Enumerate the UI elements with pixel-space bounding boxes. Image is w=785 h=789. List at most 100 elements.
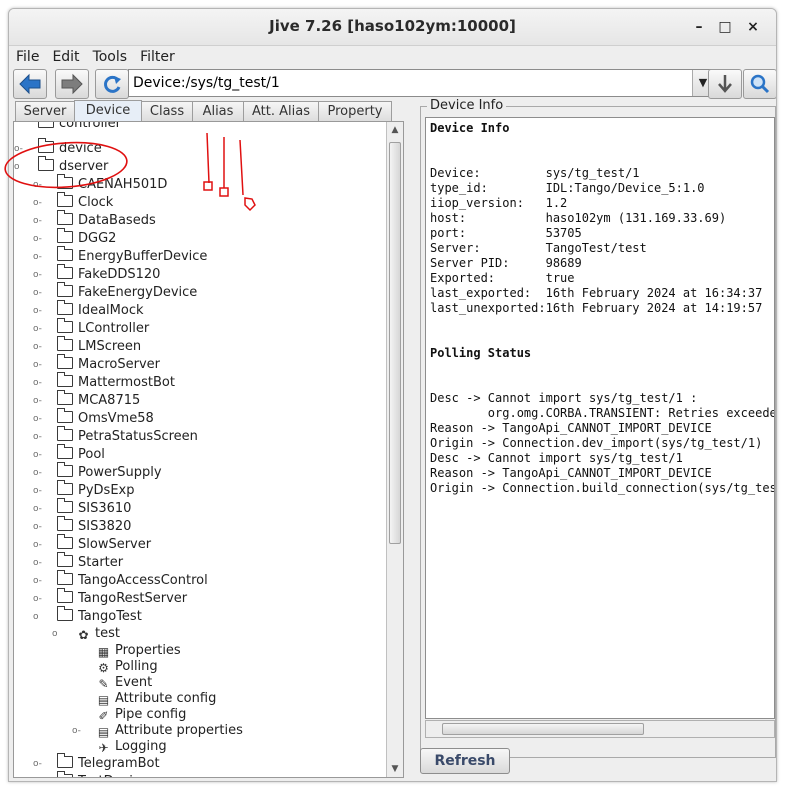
tree-node-server[interactable]: o- PetraStatusScreen <box>33 426 198 446</box>
tree-node-server[interactable]: o- DGG2 <box>33 228 116 248</box>
tree-node-server[interactable]: o- Starter <box>33 552 123 572</box>
tree-toggle-icon[interactable]: o- <box>33 410 45 428</box>
tree-node-label: LMScreen <box>78 339 142 354</box>
tree-toggle-icon[interactable]: o- <box>33 248 45 266</box>
tree-node-dserver[interactable]: o dserver <box>14 156 108 176</box>
info-horizontal-scrollbar[interactable] <box>425 720 775 738</box>
tree-toggle-icon[interactable]: o- <box>33 446 45 464</box>
tree-toggle-icon[interactable]: o- <box>33 464 45 482</box>
tree-node-server[interactable]: o- CAENAH501D <box>33 174 167 194</box>
tree-toggle-icon[interactable]: o- <box>72 722 84 740</box>
tree-node-server[interactable]: o- PyDsExp <box>33 480 134 500</box>
menu-tools[interactable]: Tools <box>86 46 134 65</box>
tree-node-server[interactable]: o- SlowServer <box>33 534 151 554</box>
tree-node-server[interactable]: o- LController <box>33 318 149 338</box>
tree-toggle-icon[interactable]: o- <box>33 212 45 230</box>
search-button[interactable] <box>743 69 776 99</box>
tree-toggle-icon[interactable]: o- <box>33 755 45 773</box>
tree-toggle-icon[interactable]: o- <box>33 392 45 410</box>
tree-toggle-icon[interactable]: o <box>52 625 64 643</box>
tree-node-label: TangoAccessControl <box>78 573 208 588</box>
tree-node-server[interactable]: o- MCA8715 <box>33 390 140 410</box>
tree-toggle-icon[interactable]: o- <box>33 284 45 302</box>
info-scroll-thumb[interactable] <box>442 723 644 735</box>
tree-toggle-icon[interactable]: o- <box>33 482 45 500</box>
tree-node-server[interactable]: o- IdealMock <box>33 300 144 320</box>
tab-class[interactable]: Class <box>141 101 193 121</box>
tab-property[interactable]: Property <box>318 101 392 121</box>
device-tree[interactable]: controller o-device o dserver o- CAENAH501D o-… <box>14 122 387 777</box>
tab-server[interactable]: Server <box>15 101 75 121</box>
menu-filter[interactable]: Filter <box>133 46 181 65</box>
tree-toggle-icon[interactable]: o- <box>33 266 45 284</box>
tree-toggle-icon[interactable]: o- <box>33 428 45 446</box>
tree-node-server[interactable]: o- FakeDDS120 <box>33 264 160 284</box>
address-combo[interactable]: ▼ <box>128 69 714 97</box>
tree-node-label: EnergyBufferDevice <box>78 249 208 264</box>
tree-node-server[interactable]: o- TelegramBot <box>33 753 160 773</box>
tree-toggle-icon[interactable]: o- <box>33 518 45 536</box>
tree-toggle-icon[interactable]: o- <box>33 773 45 777</box>
tree-node-label: MattermostBot <box>78 375 175 390</box>
back-button[interactable] <box>13 69 47 99</box>
tab-alias[interactable]: Alias <box>192 101 244 121</box>
tree-node-server[interactable]: o- SIS3820 <box>33 516 131 536</box>
folder-icon <box>57 753 73 768</box>
tree-toggle-icon[interactable]: o- <box>33 176 45 194</box>
tree-node-server[interactable]: o- TangoAccessControl <box>33 570 208 590</box>
tree-toggle-icon[interactable]: o- <box>33 320 45 338</box>
folder-icon <box>57 372 73 387</box>
tab-device[interactable]: Device <box>74 100 142 122</box>
scroll-down-icon[interactable]: ▼ <box>387 761 403 777</box>
tree-node-server[interactable]: o- FakeEnergyDevice <box>33 282 197 302</box>
maximize-button[interactable]: □ <box>715 17 735 37</box>
tree-toggle-icon[interactable]: o- <box>33 554 45 572</box>
menu-file[interactable]: File <box>9 46 45 65</box>
tree-node-server[interactable]: o- LMScreen <box>33 336 142 356</box>
tree-node-server[interactable]: o- DataBaseds <box>33 210 156 230</box>
tree-node-child[interactable]: ✈ Logging <box>96 738 166 756</box>
scroll-up-icon[interactable]: ▲ <box>387 122 403 138</box>
tree-node-server[interactable]: o- PowerSupply <box>33 462 162 482</box>
tree-node-server[interactable]: o- Clock <box>33 192 113 212</box>
go-button[interactable] <box>708 69 742 99</box>
tree-toggle-icon[interactable]: o <box>14 158 26 176</box>
scroll-thumb[interactable] <box>389 142 401 544</box>
tree-node-instance[interactable]: o ✿ test <box>52 625 120 643</box>
tree-toggle-icon[interactable]: o- <box>14 140 26 158</box>
refresh-tree-button[interactable] <box>95 69 129 99</box>
tree-node-label: PowerSupply <box>78 465 162 480</box>
refresh-button[interactable]: Refresh <box>420 748 510 774</box>
tree-node-server[interactable]: o TangoTest <box>33 606 142 626</box>
minimize-button[interactable]: – <box>689 17 709 37</box>
folder-icon <box>57 570 73 585</box>
tree-node-server[interactable]: o- EnergyBufferDevice <box>33 246 208 266</box>
tree-node-server[interactable]: o- TangoRestServer <box>33 588 187 608</box>
tree-toggle-icon[interactable]: o- <box>33 230 45 248</box>
address-input[interactable] <box>129 70 677 96</box>
tree-node-server[interactable]: o- MattermostBot <box>33 372 175 392</box>
tree-toggle-icon[interactable]: o- <box>33 536 45 554</box>
tab-att-alias[interactable]: Att. Alias <box>243 101 319 121</box>
menu-edit[interactable]: Edit <box>45 46 85 65</box>
tree-toggle-icon[interactable]: o- <box>33 500 45 518</box>
tree-toggle-icon[interactable]: o- <box>33 302 45 320</box>
forward-button[interactable] <box>55 69 89 99</box>
close-button[interactable]: × <box>743 17 763 37</box>
tree-node-controller[interactable]: controller <box>38 122 121 133</box>
tree-toggle-icon[interactable]: o- <box>33 590 45 608</box>
tree-node-server[interactable]: o- MacroServer <box>33 354 160 374</box>
tree-node-server[interactable]: o-TestDevice <box>57 771 148 777</box>
tree-toggle-icon[interactable]: o- <box>33 338 45 356</box>
tree-node-server[interactable]: o- SIS3610 <box>33 498 131 518</box>
tree-toggle-icon[interactable]: o- <box>33 194 45 212</box>
tree-node-device[interactable]: o-device <box>14 138 102 158</box>
tree-scrollbar[interactable]: ▲ ▼ <box>386 122 403 777</box>
tree-toggle-icon[interactable]: o- <box>33 374 45 392</box>
tree-toggle-icon[interactable]: o- <box>33 572 45 590</box>
tree-toggle-icon[interactable]: o <box>33 608 45 626</box>
device-info-text[interactable]: Device Info Device: sys/tg_test/1 type_i… <box>425 117 775 719</box>
tree-node-server[interactable]: o- OmsVme58 <box>33 408 154 428</box>
node-icon: ✈ <box>98 741 109 755</box>
tree-toggle-icon[interactable]: o- <box>33 356 45 374</box>
